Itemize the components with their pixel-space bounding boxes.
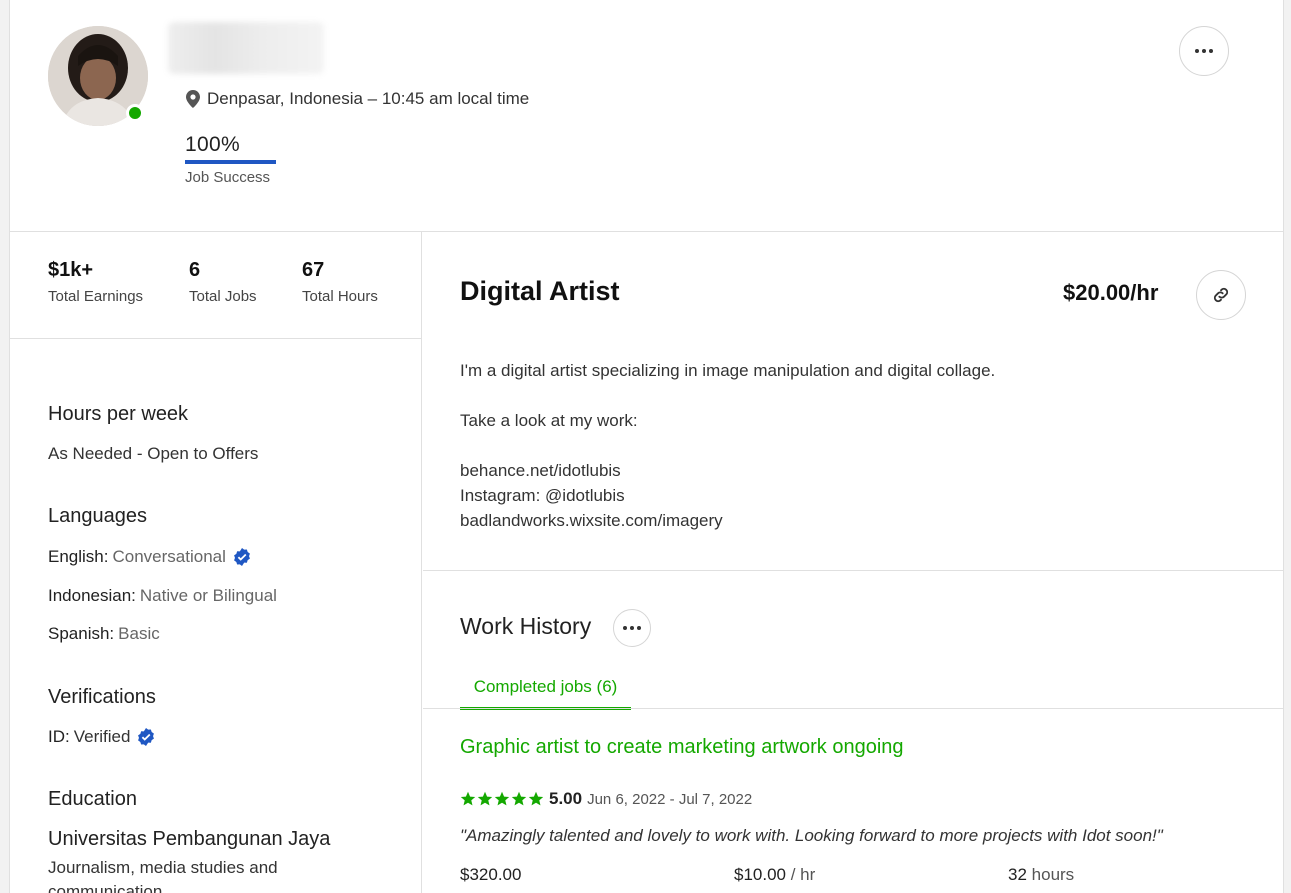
divider [423,570,1283,571]
verification-value: Verified [73,727,131,746]
job-hours-value: 32 [1008,865,1027,884]
sidebar: $1k+ Total Earnings 6 Total Jobs 67 Tota… [10,232,422,893]
description-line: I'm a digital artist specializing in ima… [460,361,996,380]
star-icon [477,791,493,806]
hours-per-week-title: Hours per week [48,403,189,425]
stat-value: $1k+ [48,259,94,281]
star-icon [511,791,527,806]
copy-link-button[interactable] [1196,270,1246,320]
verification-id: ID: Verified [48,727,155,747]
education-title: Education [48,788,137,810]
profile-page: Denpasar, Indonesia – 10:45 am local tim… [9,0,1284,893]
description-line [460,433,995,458]
languages-title: Languages [48,505,147,527]
job-rate-value: $10.00 [734,865,786,884]
job-success-score[interactable]: 100% Job Success [185,133,276,186]
location: Denpasar, Indonesia – 10:45 am local tim… [186,89,529,109]
stat-label: Total Hours [302,288,378,305]
stat-label: Total Earnings [48,288,144,305]
education-school: Universitas Pembangunan Jaya [48,828,331,850]
tab-completed-jobs[interactable]: Completed jobs (6) [460,674,631,710]
job-earned: $320.00 [460,865,521,885]
job-rate-unit: / hr [790,865,816,884]
client-feedback: "Amazingly talented and lovely to work w… [460,826,1163,845]
language-item-spanish: Spanish: Basic [48,624,160,644]
profile-more-button[interactable] [1179,26,1229,76]
verified-badge-icon [233,548,250,566]
description-line: Instagram: @idotlubis [460,486,625,505]
stats-bar: $1k+ Total Earnings 6 Total Jobs 67 Tota… [10,232,421,339]
job-title-link[interactable]: Graphic artist to create marketing artwo… [460,736,904,759]
description-line: badlandworks.wixsite.com/imagery [460,511,723,530]
job-rating: 5.00 Jun 6, 2022 - Jul 7, 2022 [460,789,752,809]
verification-label: ID: [48,727,70,746]
job-hours: 32 hours [1008,865,1074,885]
star-icon [528,791,544,806]
stat-value: 6 [189,259,201,281]
job-hourly-rate: $10.00 / hr [734,865,815,885]
language-name: English: [48,547,109,566]
language-name: Indonesian: [48,586,136,605]
star-icon [494,791,510,806]
profile-header: Denpasar, Indonesia – 10:45 am local tim… [10,0,1283,232]
job-earned-value: $320.00 [460,865,522,884]
language-level: Conversational [112,547,226,566]
description-line: behance.net/idotlubis [460,461,621,480]
education-field: Journalism, media studies and communicat… [48,858,278,893]
job-success-value: 100% [185,133,240,156]
verifications-title: Verifications [48,686,156,708]
rating-value: 5.00 [549,789,583,808]
job-dates: Jun 6, 2022 - Jul 7, 2022 [587,790,753,808]
rating-stars [460,791,544,807]
stat-total-hours: 67 Total Hours [302,259,378,305]
online-status-icon [126,104,144,122]
description-line [460,383,995,408]
job-success-bar [185,160,276,164]
location-pin-icon [186,90,200,108]
more-dots-icon [623,626,641,630]
star-icon [460,791,476,806]
more-dots-icon [1195,49,1213,53]
location-text: Denpasar, Indonesia – 10:45 am local tim… [207,89,530,108]
stat-label: Total Jobs [189,288,257,305]
hours-per-week-value: As Needed - Open to Offers [48,444,259,463]
hourly-rate: $20.00/hr [1063,280,1159,305]
verified-badge-icon [138,728,155,746]
stat-total-earnings: $1k+ Total Earnings [48,259,143,305]
job-hours-unit: hours [1031,865,1075,884]
job-success-label: Job Success [185,169,271,186]
link-icon [1213,287,1229,303]
work-history-title: Work History [460,613,592,639]
divider [423,708,1283,709]
language-item-english: English: Conversational [48,547,251,567]
stat-total-jobs: 6 Total Jobs [189,259,257,305]
freelancer-name-redacted [168,22,324,74]
description-line: Take a look at my work: [460,411,638,430]
language-level: Native or Bilingual [139,586,277,605]
main-content: Digital Artist $20.00/hr I'm a digital a… [423,232,1283,893]
work-history-more-button[interactable] [613,609,651,647]
stat-value: 67 [302,259,325,281]
language-item-indonesian: Indonesian: Native or Bilingual [48,586,277,606]
language-level: Basic [118,624,160,643]
profile-title: Digital Artist [460,276,620,306]
profile-description: I'm a digital artist specializing in ima… [460,358,995,533]
language-name: Spanish: [48,624,115,643]
